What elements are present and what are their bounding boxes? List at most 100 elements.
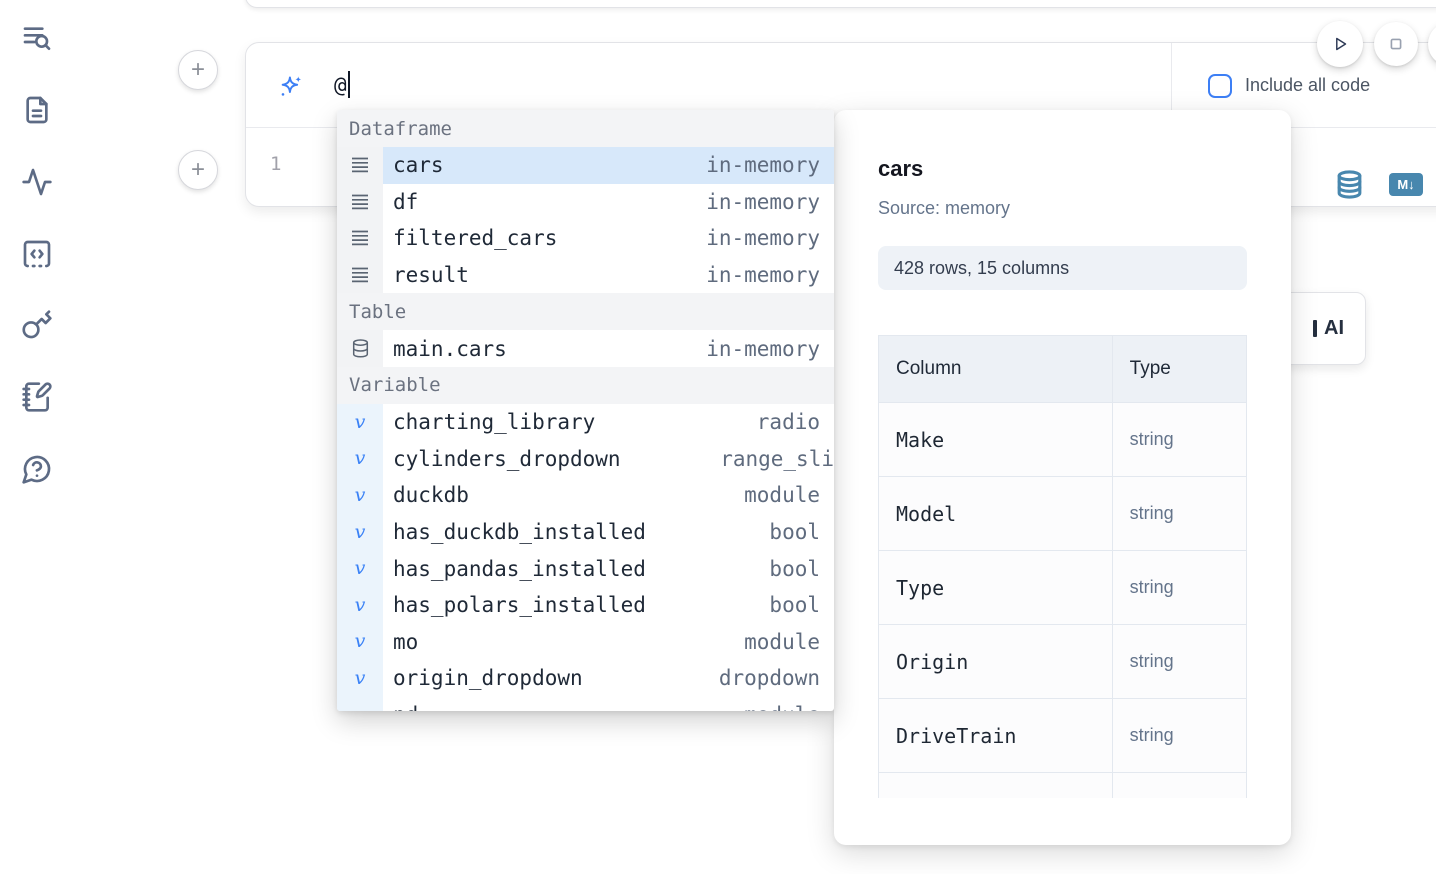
variable-icon: v bbox=[337, 624, 383, 661]
add-cell-below-button[interactable]: + bbox=[178, 150, 218, 190]
schema-header-type: Type bbox=[1112, 336, 1246, 403]
autocomplete-item-mo[interactable]: vmomodule bbox=[337, 624, 834, 661]
item-name: has_polars_installed bbox=[393, 593, 646, 617]
rows-icon bbox=[337, 220, 383, 257]
sidebar bbox=[0, 0, 72, 874]
item-name: has_duckdb_installed bbox=[393, 520, 646, 544]
schema-row: Originstring bbox=[879, 625, 1247, 699]
schema-column-type: string bbox=[1112, 699, 1246, 773]
variable-icon: v bbox=[337, 514, 383, 551]
item-name: filtered_cars bbox=[393, 226, 557, 250]
item-type: module bbox=[744, 483, 834, 507]
autocomplete-item-df[interactable]: df in-memory bbox=[337, 184, 834, 221]
variable-icon: v bbox=[355, 523, 366, 542]
autocomplete-item-origin_dropdown[interactable]: vorigin_dropdowndropdown bbox=[337, 660, 834, 697]
schema-table: Column Type MakestringModelstringTypestr… bbox=[878, 335, 1247, 798]
autocomplete-item-charting_library[interactable]: v charting_library radio bbox=[337, 404, 834, 441]
item-type: in-memory bbox=[706, 263, 834, 287]
text-caret bbox=[348, 71, 350, 98]
database-cell-icon[interactable] bbox=[1334, 169, 1365, 200]
autocomplete-item-result[interactable]: resultin-memory bbox=[337, 257, 834, 294]
item-type: range_sli bbox=[720, 447, 834, 471]
autocomplete-item-duckdb[interactable]: v duckdb module bbox=[337, 477, 834, 514]
autocomplete-section-header: Table bbox=[337, 293, 834, 330]
autocomplete-item-cars[interactable]: cars in-memory bbox=[337, 147, 834, 184]
schema-row: Modelstring bbox=[879, 477, 1247, 551]
rows-icon bbox=[337, 184, 383, 221]
variable-icon: v bbox=[337, 697, 383, 711]
include-all-code-checkbox[interactable] bbox=[1208, 74, 1232, 98]
variable-icon: v bbox=[355, 706, 366, 711]
notebook-pen-icon[interactable] bbox=[21, 381, 53, 413]
autocomplete-item-main.cars[interactable]: main.cars in-memory bbox=[337, 330, 834, 367]
item-type: in-memory bbox=[706, 190, 834, 214]
schema-column-type: string bbox=[1112, 625, 1246, 699]
file-text-icon[interactable] bbox=[21, 94, 53, 126]
schema-header-column: Column bbox=[879, 336, 1113, 403]
variable-icon: v bbox=[355, 669, 366, 688]
schema-row: Typestring bbox=[879, 551, 1247, 625]
key-icon[interactable] bbox=[21, 309, 53, 341]
autocomplete-item-pd[interactable]: vpdmodule bbox=[337, 697, 834, 711]
schema-table-wrap: Column Type MakestringModelstringTypestr… bbox=[878, 335, 1247, 798]
preview-shape-badge: 428 rows, 15 columns bbox=[878, 246, 1247, 290]
item-name: charting_library bbox=[393, 410, 595, 434]
schema-row: DriveTrainstring bbox=[879, 699, 1247, 773]
schema-column-type: string bbox=[1112, 551, 1246, 625]
play-icon bbox=[1329, 33, 1351, 55]
database-icon bbox=[337, 330, 383, 367]
run-cell-button[interactable] bbox=[1317, 21, 1363, 67]
autocomplete-item-filtered_cars[interactable]: filtered_cars in-memory bbox=[337, 220, 834, 257]
schema-column-name: Make bbox=[879, 403, 1113, 477]
item-type: in-memory bbox=[706, 337, 834, 361]
rows-icon bbox=[337, 257, 383, 294]
variable-icon: v bbox=[355, 596, 366, 615]
item-name: mo bbox=[393, 630, 418, 654]
markdown-convert-icon[interactable]: M↓ bbox=[1389, 173, 1423, 196]
item-name: cars bbox=[393, 153, 444, 177]
schema-column-type: string bbox=[1112, 477, 1246, 551]
stop-button[interactable] bbox=[1374, 22, 1418, 66]
add-cell-above-button[interactable]: + bbox=[178, 50, 218, 90]
rows-icon bbox=[337, 147, 383, 184]
clipped-letter bbox=[1313, 320, 1317, 337]
variable-icon: v bbox=[355, 486, 366, 505]
autocomplete-item-has_polars_installed[interactable]: v has_polars_installed bool bbox=[337, 587, 834, 624]
item-name: df bbox=[393, 190, 418, 214]
schema-column-name: Model bbox=[879, 477, 1113, 551]
list-search-icon[interactable] bbox=[21, 22, 53, 54]
activity-icon[interactable] bbox=[21, 166, 53, 198]
variable-icon: v bbox=[337, 550, 383, 587]
item-type: bool bbox=[769, 520, 834, 544]
item-name: cylinders_dropdown bbox=[393, 447, 621, 471]
prompt-text: @ bbox=[334, 73, 347, 97]
item-type: module bbox=[744, 703, 834, 711]
schema-column-type: string bbox=[1112, 403, 1246, 477]
item-type: in-memory bbox=[706, 226, 834, 250]
item-type: dropdown bbox=[719, 666, 834, 690]
variable-icon: v bbox=[337, 660, 383, 697]
ai-button-label: AI bbox=[1324, 317, 1344, 340]
item-type: radio bbox=[757, 410, 834, 434]
item-type: in-memory bbox=[706, 153, 834, 177]
ai-prompt-input[interactable]: @ bbox=[334, 71, 350, 98]
autocomplete-item-has_pandas_installed[interactable]: vhas_pandas_installedbool bbox=[337, 550, 834, 587]
sparkles-icon bbox=[278, 74, 304, 100]
variable-icon: v bbox=[355, 559, 366, 578]
autocomplete-item-cylinders_dropdown[interactable]: v cylinders_dropdown range_sli bbox=[337, 441, 834, 478]
code-square-icon[interactable] bbox=[21, 238, 53, 270]
item-type: bool bbox=[769, 593, 834, 617]
variable-icon: v bbox=[337, 587, 383, 624]
schema-column-name: DriveTrain bbox=[879, 699, 1113, 773]
autocomplete-section-header: Dataframe bbox=[337, 110, 834, 147]
preview-source: Source: memory bbox=[878, 198, 1247, 219]
schema-table-body: MakestringModelstringTypestringOriginstr… bbox=[879, 403, 1247, 799]
item-name: duckdb bbox=[393, 483, 469, 507]
variable-icon: v bbox=[337, 404, 383, 441]
variable-icon: v bbox=[355, 449, 366, 468]
item-name: main.cars bbox=[393, 337, 507, 361]
autocomplete-item-has_duckdb_installed[interactable]: v has_duckdb_installed bool bbox=[337, 514, 834, 551]
preview-title: cars bbox=[878, 156, 1247, 182]
variable-icon: v bbox=[355, 413, 366, 432]
help-circle-icon[interactable] bbox=[21, 453, 53, 485]
